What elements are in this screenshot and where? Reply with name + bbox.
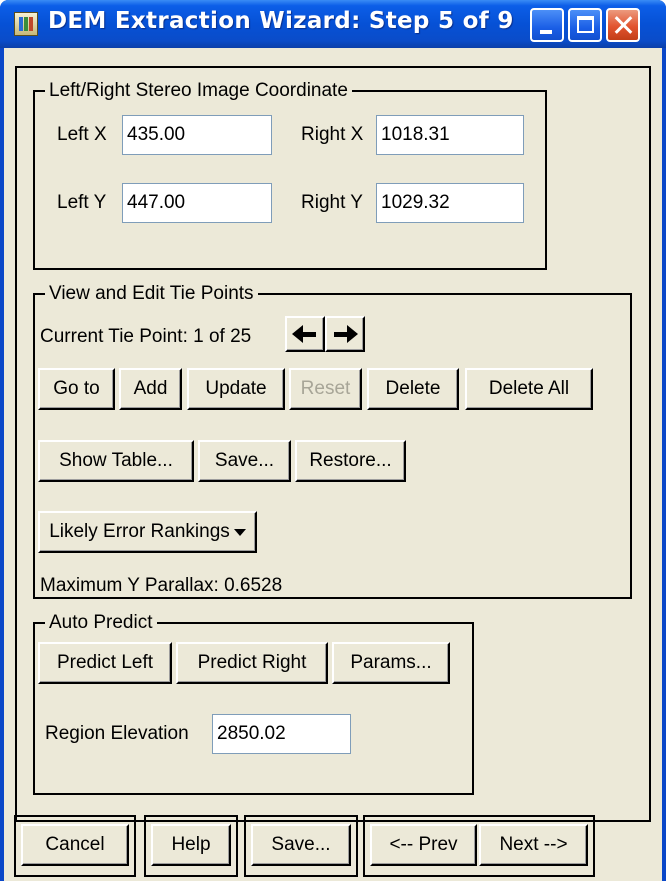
auto-predict-group: Auto Predict Predict Left Predict Right … [33, 612, 474, 795]
auto-predict-legend: Auto Predict [45, 612, 157, 634]
cancel-button[interactable]: Cancel [21, 824, 129, 866]
left-x-label: Left X [57, 124, 107, 145]
max-y-parallax-label: Maximum Y Parallax: 0.6528 [40, 575, 283, 596]
right-x-field[interactable] [376, 115, 524, 155]
left-x-field[interactable] [122, 115, 272, 155]
add-button[interactable]: Add [119, 368, 182, 410]
restore-button[interactable]: Restore... [295, 440, 406, 482]
chevron-down-icon [233, 528, 246, 536]
predict-left-button[interactable]: Predict Left [38, 642, 172, 684]
close-icon [608, 10, 638, 40]
params-button[interactable]: Params... [332, 642, 450, 684]
predict-right-button[interactable]: Predict Right [176, 642, 328, 684]
tie-points-legend: View and Edit Tie Points [45, 283, 258, 305]
region-elevation-label: Region Elevation [45, 723, 189, 744]
region-elevation-field[interactable] [212, 714, 351, 754]
save-button-group: Save... [244, 815, 358, 877]
left-y-label: Left Y [57, 192, 107, 213]
title-bar[interactable]: DEM Extraction Wizard: Step 5 of 9 [0, 0, 666, 48]
update-button[interactable]: Update [187, 368, 285, 410]
prev-button[interactable]: <-- Prev [370, 824, 477, 866]
tie-points-group: View and Edit Tie Points Current Tie Poi… [33, 283, 632, 599]
dem-app-icon[interactable] [14, 12, 38, 36]
help-button-group: Help [144, 815, 238, 877]
wizard-panel: Left/Right Stereo Image Coordinate Left … [15, 66, 651, 822]
help-button[interactable]: Help [151, 824, 231, 866]
stereo-coordinate-group: Left/Right Stereo Image Coordinate Left … [33, 80, 547, 270]
left-y-field[interactable] [122, 183, 272, 223]
arrow-right-icon [332, 325, 358, 343]
go-to-button[interactable]: Go to [38, 368, 115, 410]
navigation-button-group: <-- Prev Next --> [363, 815, 595, 877]
cancel-button-group: Cancel [14, 815, 136, 877]
current-tie-point-label: Current Tie Point: 1 of 25 [40, 326, 252, 347]
minimize-button[interactable] [530, 8, 564, 42]
maximize-button[interactable] [568, 8, 602, 42]
delete-all-button[interactable]: Delete All [465, 368, 593, 410]
show-table-button[interactable]: Show Table... [38, 440, 194, 482]
arrow-left-icon [292, 325, 318, 343]
dem-wizard-window: DEM Extraction Wizard: Step 5 of 9 Left/… [0, 0, 666, 881]
close-button[interactable] [606, 8, 640, 42]
window-client-area: Left/Right Stereo Image Coordinate Left … [4, 48, 662, 881]
maximize-icon [577, 16, 594, 33]
right-x-label: Right X [301, 124, 364, 145]
minimize-icon [540, 30, 552, 34]
save-button[interactable]: Save... [251, 824, 351, 866]
likely-error-rankings-dropdown[interactable]: Likely Error Rankings [38, 511, 257, 553]
delete-button[interactable]: Delete [367, 368, 459, 410]
stereo-coordinate-legend: Left/Right Stereo Image Coordinate [45, 80, 352, 102]
next-tie-point-button[interactable] [325, 316, 365, 352]
save-tie-points-button[interactable]: Save... [198, 440, 291, 482]
next-button[interactable]: Next --> [479, 824, 588, 866]
previous-tie-point-button[interactable] [285, 316, 325, 352]
reset-button[interactable]: Reset [289, 368, 362, 410]
right-y-field[interactable] [376, 183, 524, 223]
likely-error-rankings-label: Likely Error Rankings [49, 521, 230, 542]
window-title: DEM Extraction Wizard: Step 5 of 9 [48, 8, 514, 34]
right-y-label: Right Y [301, 192, 363, 213]
